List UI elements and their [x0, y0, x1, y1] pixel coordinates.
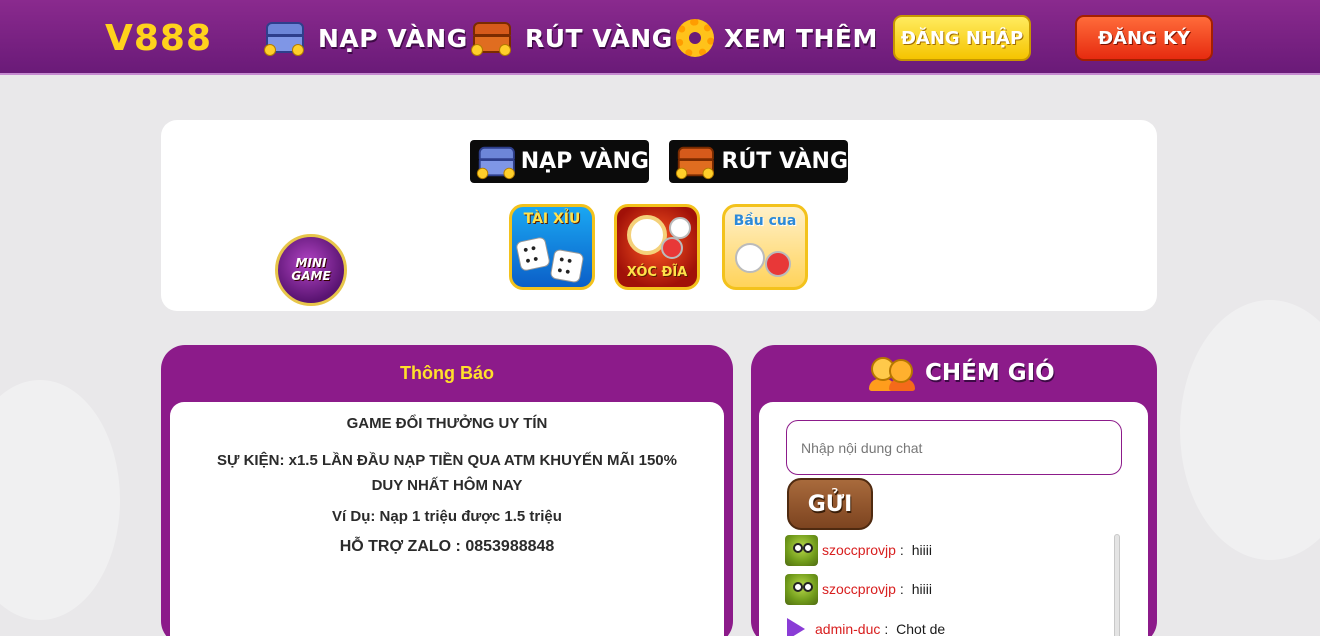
notice-line: Ví Dụ: Nạp 1 triệu được 1.5 triệu [332, 508, 562, 525]
nav-see-more-label: XEM THÊM [724, 23, 878, 53]
game-title-xoc-dia: XÓC ĐĨA [626, 265, 688, 280]
chat-username[interactable]: szoccprovjp [822, 542, 896, 558]
game-xoc-dia[interactable]: XÓC ĐĨA [614, 204, 700, 290]
notice-line: SỰ KIỆN: x1.5 LẦN ĐẦU NẠP TIỀN QUA ATM K… [216, 452, 677, 494]
blue-treasure-chest-icon [475, 143, 515, 181]
game-bau-cua[interactable]: Bầu cua [722, 204, 808, 290]
deposit-gold-button[interactable]: NẠP VÀNG [470, 140, 649, 183]
background-decoration [0, 380, 120, 620]
game-title-tai-xiu: TÀI XỈU [523, 211, 581, 227]
notice-panel: Thông Báo GAME ĐỔI THƯỞNG UY TÍN SỰ KIỆN… [161, 345, 733, 636]
dice-icon [515, 236, 551, 272]
withdraw-gold-button[interactable]: RÚT VÀNG [669, 140, 848, 183]
chat-message: szoccprovjp: hiiii [785, 572, 932, 606]
nav-deposit-label: NẠP VÀNG [318, 23, 468, 53]
chat-text: hiiii [911, 581, 932, 597]
chip-icon [765, 251, 791, 277]
people-icon [869, 355, 917, 391]
chip-icon [669, 217, 691, 239]
register-button[interactable]: ĐĂNG KÝ [1075, 15, 1213, 61]
login-button[interactable]: ĐĂNG NHẬP [893, 15, 1031, 61]
deposit-gold-label: NẠP VÀNG [520, 149, 649, 174]
chat-header: CHÉM GIÓ [869, 353, 1055, 393]
chat-message: admin-duc: Chot de [781, 612, 945, 636]
chat-username[interactable]: szoccprovjp [822, 581, 896, 597]
red-treasure-chest-icon [469, 18, 515, 58]
chat-body: GỬI szoccprovjp: hiiii szoccprovjp: hiii… [759, 402, 1148, 636]
game-panel: NẠP VÀNG RÚT VÀNG MINI GAME TÀI XỈU XÓC … [161, 120, 1157, 311]
game-tai-xiu[interactable]: TÀI XỈU [509, 204, 595, 290]
notice-line: GAME ĐỔI THƯỞNG UY TÍN [346, 415, 548, 432]
avatar [785, 534, 818, 566]
notice-title: Thông Báo [400, 363, 494, 383]
withdraw-gold-label: RÚT VÀNG [721, 149, 849, 174]
plate-icon [735, 243, 765, 273]
nav-withdraw-gold[interactable]: RÚT VÀNG [469, 16, 673, 60]
chat-message: szoccprovjp: hiiii [785, 533, 932, 567]
chat-title: CHÉM GIÓ [925, 360, 1055, 386]
nav-withdraw-label: RÚT VÀNG [525, 23, 673, 53]
site-logo[interactable]: V888 [105, 18, 212, 59]
red-treasure-chest-icon [674, 143, 714, 181]
chat-scrollbar[interactable] [1114, 534, 1120, 636]
chat-username[interactable]: admin-duc [815, 621, 880, 636]
play-icon [787, 618, 805, 636]
chip-icon [661, 237, 683, 259]
background-decoration [1180, 300, 1320, 560]
notice-body: GAME ĐỔI THƯỞNG UY TÍN SỰ KIỆN: x1.5 LẦN… [170, 402, 724, 636]
mini-game-button[interactable]: MINI GAME [275, 234, 347, 306]
blue-treasure-chest-icon [262, 18, 308, 58]
mini-game-label: MINI GAME [291, 256, 331, 283]
dice-icon [549, 248, 585, 284]
game-title-bau-cua: Bầu cua [733, 213, 797, 229]
chat-message-input[interactable] [786, 420, 1122, 475]
avatar [785, 573, 818, 605]
chat-text: hiiii [911, 542, 932, 558]
chat-panel: CHÉM GIÓ GỬI szoccprovjp: hiiii szoccpro… [751, 345, 1157, 636]
nav-see-more[interactable]: XEM THÊM [676, 16, 878, 60]
send-button[interactable]: GỬI [787, 478, 873, 530]
top-navigation-bar: V888 NẠP VÀNG RÚT VÀNG XEM THÊM ĐĂNG NHẬ… [0, 0, 1320, 75]
nav-deposit-gold[interactable]: NẠP VÀNG [262, 16, 468, 60]
notice-line: HỖ TRỢ ZALO : 0853988848 [339, 538, 555, 555]
gear-icon [676, 19, 714, 57]
chat-text: Chot de [896, 621, 946, 636]
